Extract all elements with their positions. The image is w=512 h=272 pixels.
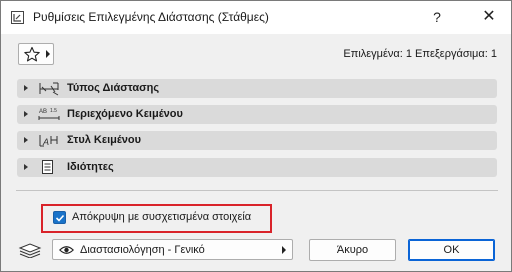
expand-triangle-icon [24, 85, 28, 91]
text-content-icon: AB 1.5 [38, 108, 60, 120]
layer-stack-icon[interactable] [18, 242, 42, 258]
chevron-right-icon [282, 246, 286, 254]
svg-text:1.5: 1.5 [50, 108, 57, 114]
star-icon [24, 46, 40, 62]
panel-text-content[interactable]: AB 1.5 Περιεχόμενο Κειμένου [17, 105, 497, 124]
divider [16, 190, 498, 191]
ok-button[interactable]: OK [408, 239, 495, 261]
dialog-title: Ρυθμίσεις Επιλεγμένης Διάστασης (Στάθμες… [33, 10, 269, 24]
dialog-window: Ρυθμίσεις Επιλεγμένης Διάστασης (Στάθμες… [0, 0, 512, 272]
selection-status: Επιλεγμένα: 1 Επεξεργάσιμα: 1 [343, 48, 497, 60]
view-settings-select[interactable]: Διαστασιολόγηση - Γενικό [52, 239, 293, 260]
expand-triangle-icon [24, 111, 28, 117]
panel-properties[interactable]: Ιδιότητες [17, 158, 497, 177]
cancel-button[interactable]: Άκυρο [309, 239, 396, 261]
panel-text-style[interactable]: A Στυλ Κειμένου [17, 131, 497, 150]
eye-icon [59, 246, 74, 254]
panel-label: Ιδιότητες [67, 161, 114, 173]
svg-text:AB: AB [39, 109, 47, 115]
text-style-icon: A [39, 135, 58, 147]
dimension-type-icon [39, 82, 59, 96]
panel-label: Περιεχόμενο Κειμένου [67, 108, 183, 120]
hide-associated-label[interactable]: Απόκρυψη με συσχετισμένα στοιχεία [72, 211, 251, 223]
chevron-right-icon [46, 50, 50, 58]
favorites-button[interactable] [18, 43, 54, 65]
svg-text:A: A [42, 137, 49, 147]
hide-associated-checkbox[interactable] [53, 211, 66, 224]
app-icon [11, 11, 24, 24]
help-button[interactable]: ? [428, 7, 446, 27]
panel-label: Στυλ Κειμένου [67, 134, 142, 146]
properties-icon [42, 160, 53, 174]
view-select-value: Διαστασιολόγηση - Γενικό [80, 244, 205, 256]
checkmark-icon [55, 214, 65, 222]
title-bar: Ρυθμίσεις Επιλεγμένης Διάστασης (Στάθμες… [1, 1, 511, 34]
close-button[interactable]: ✕ [479, 7, 499, 27]
expand-triangle-icon [24, 137, 28, 143]
panel-dimension-type[interactable]: Τύπος Διάστασης [17, 79, 497, 98]
panel-label: Τύπος Διάστασης [67, 82, 160, 94]
expand-triangle-icon [24, 164, 28, 170]
